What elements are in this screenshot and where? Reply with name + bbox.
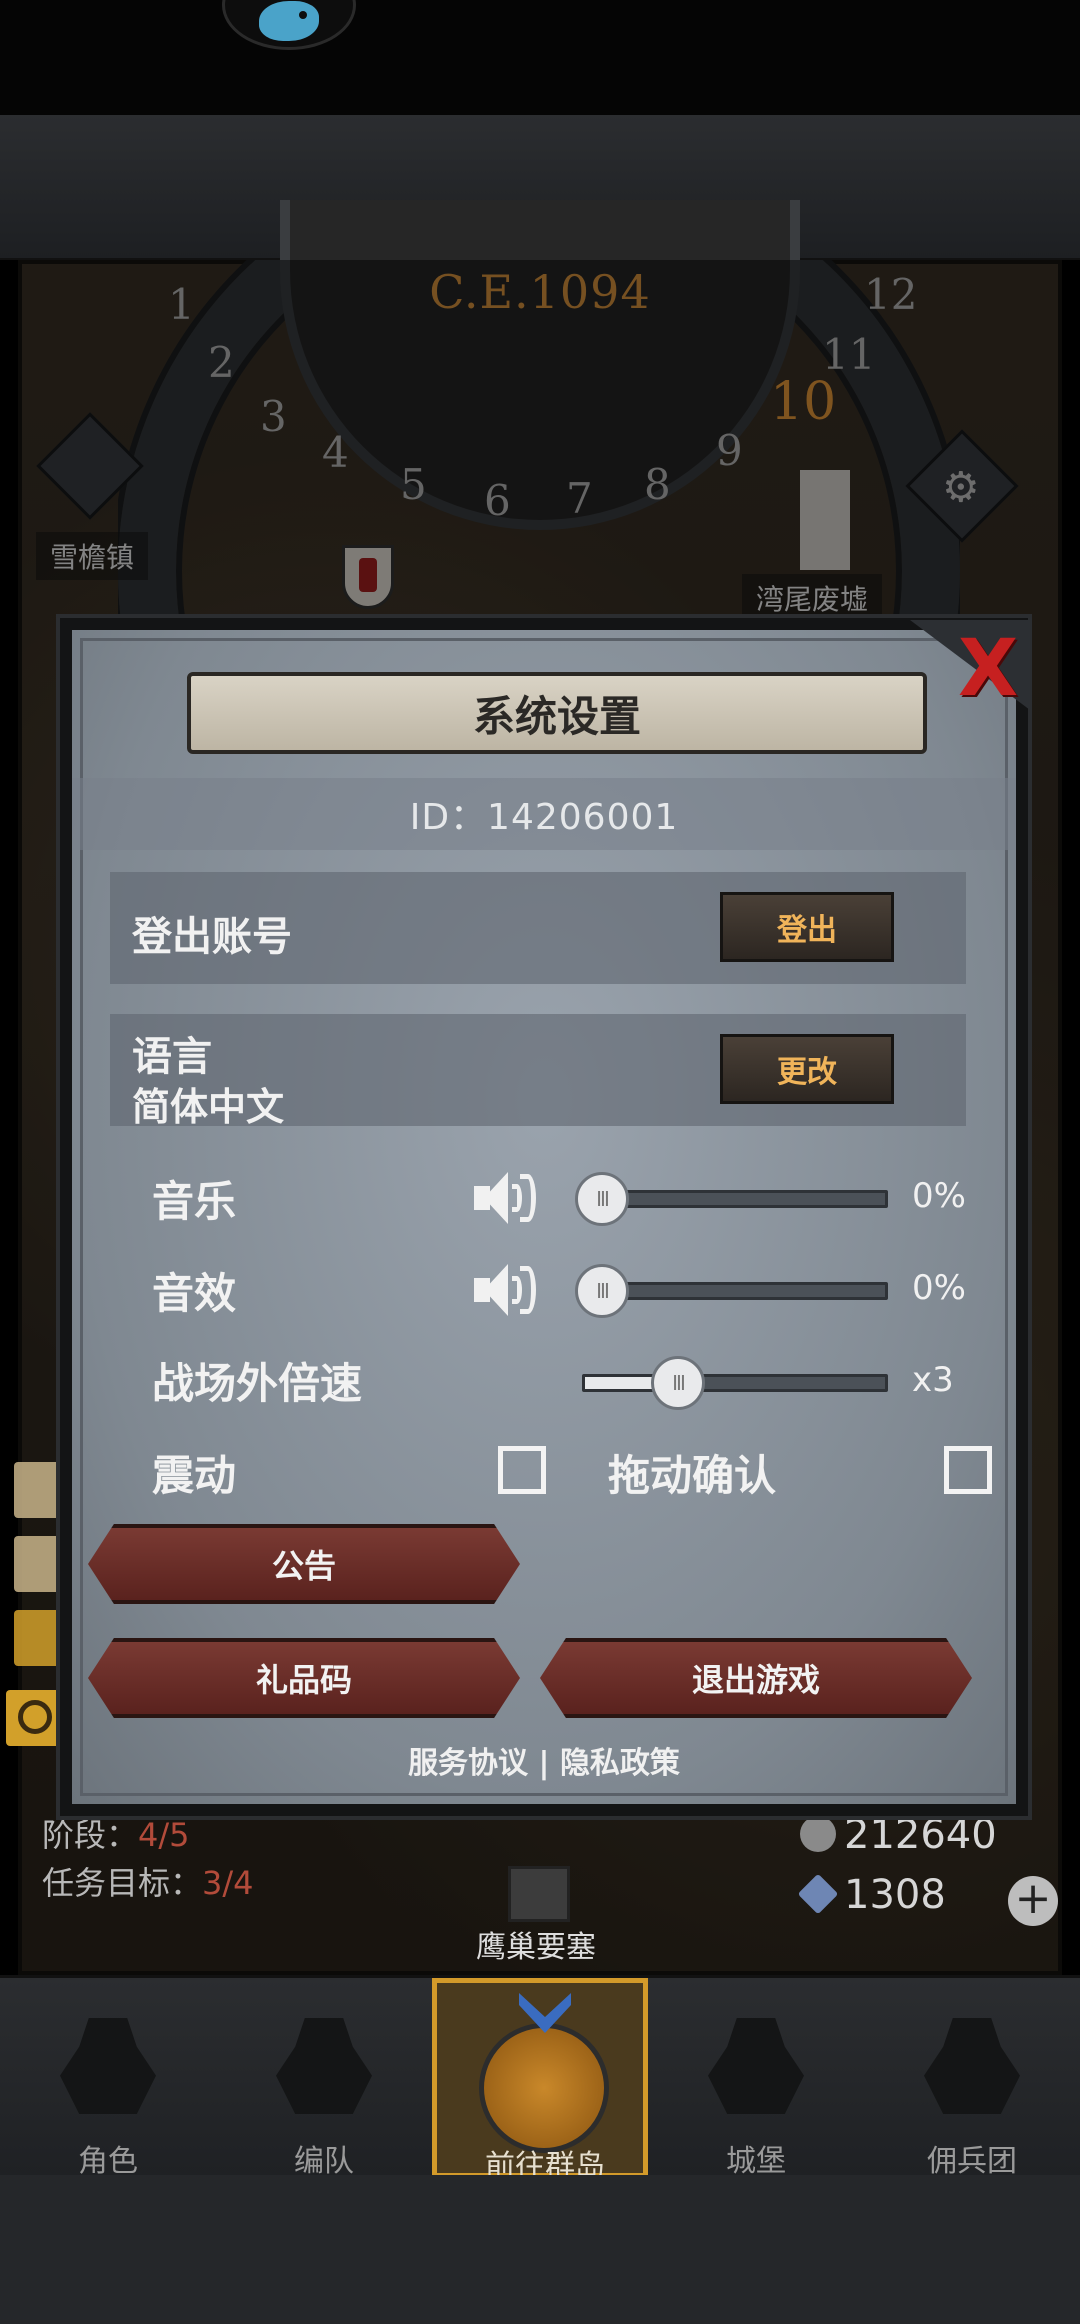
logout-row: 登出账号 登出	[110, 872, 966, 984]
nav-label: 角色	[78, 2144, 138, 2179]
bottom-nav: 角色 编队 前往群岛 城堡 佣兵团	[0, 1975, 1080, 2184]
nav-item-castle[interactable]: 城堡	[648, 1978, 864, 2179]
language-label: 语言	[132, 1034, 212, 1080]
notice-button[interactable]: 公告	[88, 1524, 520, 1604]
music-slider-thumb[interactable]: III	[575, 1172, 629, 1226]
speed-value: x3	[912, 1360, 954, 1400]
sfx-value: 0%	[912, 1268, 966, 1308]
coin-icon	[800, 1816, 836, 1852]
speed-label: 战场外倍速	[152, 1359, 363, 1408]
gem-icon	[797, 1873, 839, 1915]
castle-icon	[708, 2018, 804, 2114]
speed-slider-thumb[interactable]: III	[651, 1356, 705, 1410]
knight-icon	[60, 2018, 156, 2114]
language-row: 语言 简体中文 更改	[110, 1014, 966, 1129]
speaker-icon[interactable]	[474, 1264, 536, 1316]
logout-button[interactable]: 登出	[720, 892, 894, 962]
sfx-slider[interactable]: III	[575, 1264, 888, 1318]
privacy-policy-link[interactable]: 隐私政策	[560, 1746, 680, 1781]
silver-amount: 212640	[844, 1812, 997, 1858]
change-language-button[interactable]: 更改	[720, 1034, 894, 1104]
map-scroll-icon[interactable]	[14, 1536, 62, 1592]
music-value: 0%	[912, 1176, 966, 1216]
search-icon[interactable]	[6, 1690, 62, 1746]
fish-icon	[259, 1, 319, 41]
quest-goal: 任务目标：3/4	[42, 1858, 254, 1904]
mercenary-icon	[924, 2018, 1020, 2114]
logout-label: 登出账号	[132, 914, 292, 960]
nav-item-character[interactable]: 角色	[0, 1978, 216, 2179]
vibration-label: 震动	[152, 1451, 237, 1500]
music-label: 音乐	[152, 1177, 237, 1226]
nav-item-mercenaries[interactable]: 佣兵团	[864, 1978, 1080, 2179]
bottom-safe-area	[0, 2175, 1080, 2324]
close-button[interactable]: X	[910, 620, 1030, 714]
silver-resource: 212640	[800, 1812, 997, 1858]
sfx-slider-thumb[interactable]: III	[575, 1264, 629, 1318]
nav-label: 佣兵团	[927, 2144, 1017, 2179]
close-icon: X	[958, 624, 1019, 714]
settings-dialog: 系统设置 ID：14206001 登出账号 登出 语言 简体中文 更改 音乐 I…	[60, 618, 1028, 1816]
add-gems-button[interactable]: +	[1008, 1876, 1058, 1926]
sfx-label: 音效	[152, 1269, 237, 1318]
nav-item-formation[interactable]: 编队	[216, 1978, 432, 2179]
service-agreement-link[interactable]: 服务协议	[408, 1746, 528, 1781]
compass-map-icon	[479, 2023, 609, 2153]
fortress-icon[interactable]	[508, 1866, 570, 1922]
gem-resource: 1308	[797, 1872, 946, 1918]
music-slider[interactable]: III	[575, 1172, 888, 1226]
language-value: 简体中文	[132, 1085, 285, 1129]
drag-confirm-checkbox[interactable]	[944, 1446, 992, 1494]
nav-label: 城堡	[726, 2144, 786, 2179]
quest-goal-value: 3/4	[202, 1864, 254, 1902]
vibration-checkbox[interactable]	[498, 1446, 546, 1494]
fortress-label[interactable]: 鹰巢要塞	[476, 1922, 596, 1966]
avatar[interactable]	[222, 0, 356, 50]
quest-stage-label: 阶段：	[42, 1816, 139, 1854]
quest-goal-label: 任务目标：	[42, 1864, 203, 1902]
dialog-title: 系统设置	[187, 672, 927, 754]
target-icon[interactable]	[14, 1610, 62, 1666]
nav-item-islands[interactable]: 前往群岛	[432, 1978, 648, 2184]
scroll-icon[interactable]	[14, 1462, 62, 1518]
nav-label: 编队	[294, 2144, 354, 2179]
footer-links: 服务协议 | 隐私政策	[72, 1738, 1016, 1782]
exit-game-button[interactable]: 退出游戏	[540, 1638, 972, 1718]
drag-confirm-label: 拖动确认	[608, 1451, 777, 1500]
gift-code-button[interactable]: 礼品码	[88, 1638, 520, 1718]
speaker-icon[interactable]	[474, 1172, 536, 1224]
helmet-icon	[276, 2018, 372, 2114]
gem-amount: 1308	[844, 1872, 946, 1918]
top-status-bar	[0, 0, 1080, 115]
link-separator: |	[538, 1746, 550, 1781]
speed-slider[interactable]: III	[582, 1356, 888, 1410]
player-id: ID：14206001	[72, 778, 1016, 850]
quest-stage: 阶段：4/5	[42, 1810, 190, 1856]
quest-stage-value: 4/5	[138, 1816, 190, 1854]
